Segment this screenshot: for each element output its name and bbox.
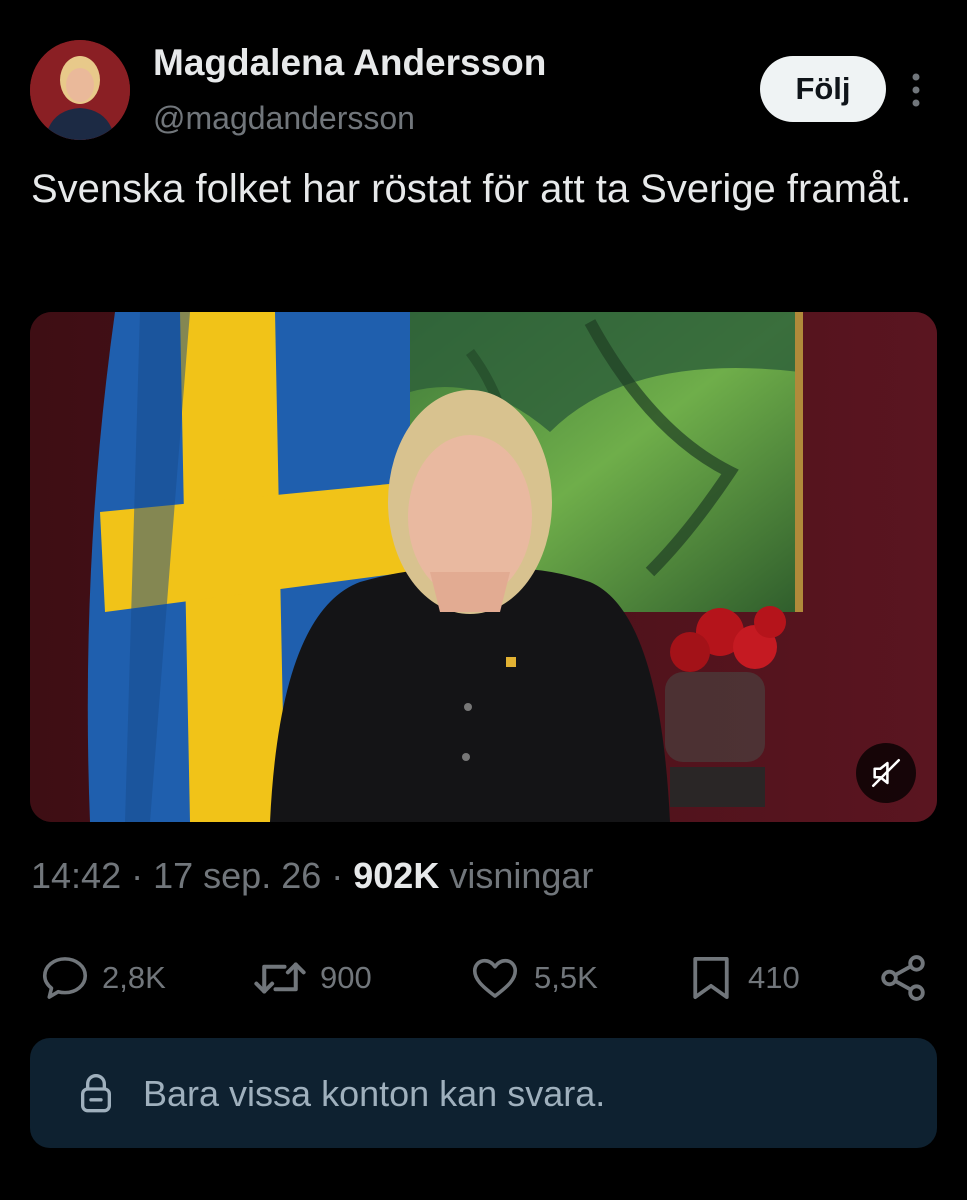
views-label: visningar [449,855,594,896]
bookmark-button[interactable]: 410 [684,950,800,1006]
tweet-meta: 14:42 · 17 sep. 26 · 902K visningar [31,855,593,897]
author-avatar[interactable] [30,40,130,140]
tweet-text: Svenska folket har röstat för att ta Sve… [31,167,912,211]
like-button[interactable]: 5,5K [466,950,598,1006]
reply-button[interactable]: 2,8K [38,950,166,1006]
repost-button[interactable]: 900 [250,950,372,1006]
heart-icon [472,958,518,998]
repost-count: 900 [320,960,372,995]
speech-bubble-icon [42,957,88,999]
video-frame [30,312,937,822]
author-name[interactable]: Magdalena Andersson [153,42,546,84]
bookmark-count: 410 [748,960,800,995]
separator-dot: · [331,855,354,896]
bookmark-icon [693,956,729,1000]
reply-count: 2,8K [102,960,166,995]
lock-icon [76,1072,116,1121]
video-player[interactable] [30,312,937,822]
follow-button[interactable]: Följ [760,56,886,122]
separator-dot: · [131,855,154,896]
tweet-date[interactable]: 17 sep. 26 [153,855,321,896]
muted-speaker-icon [871,758,901,788]
reply-restriction-text: Bara vissa konton kan svara. [143,1073,606,1114]
more-vertical-icon[interactable] [905,70,927,110]
share-icon [881,955,925,1001]
share-button[interactable] [876,950,930,1006]
author-handle[interactable]: @magdandersson [153,100,415,137]
repost-arrows-icon [254,962,306,994]
like-count: 5,5K [534,960,598,995]
tweet-time[interactable]: 14:42 [31,855,121,896]
views-count: 902K [353,855,440,896]
avatar-image [30,40,130,140]
mute-toggle-button[interactable] [856,743,916,803]
